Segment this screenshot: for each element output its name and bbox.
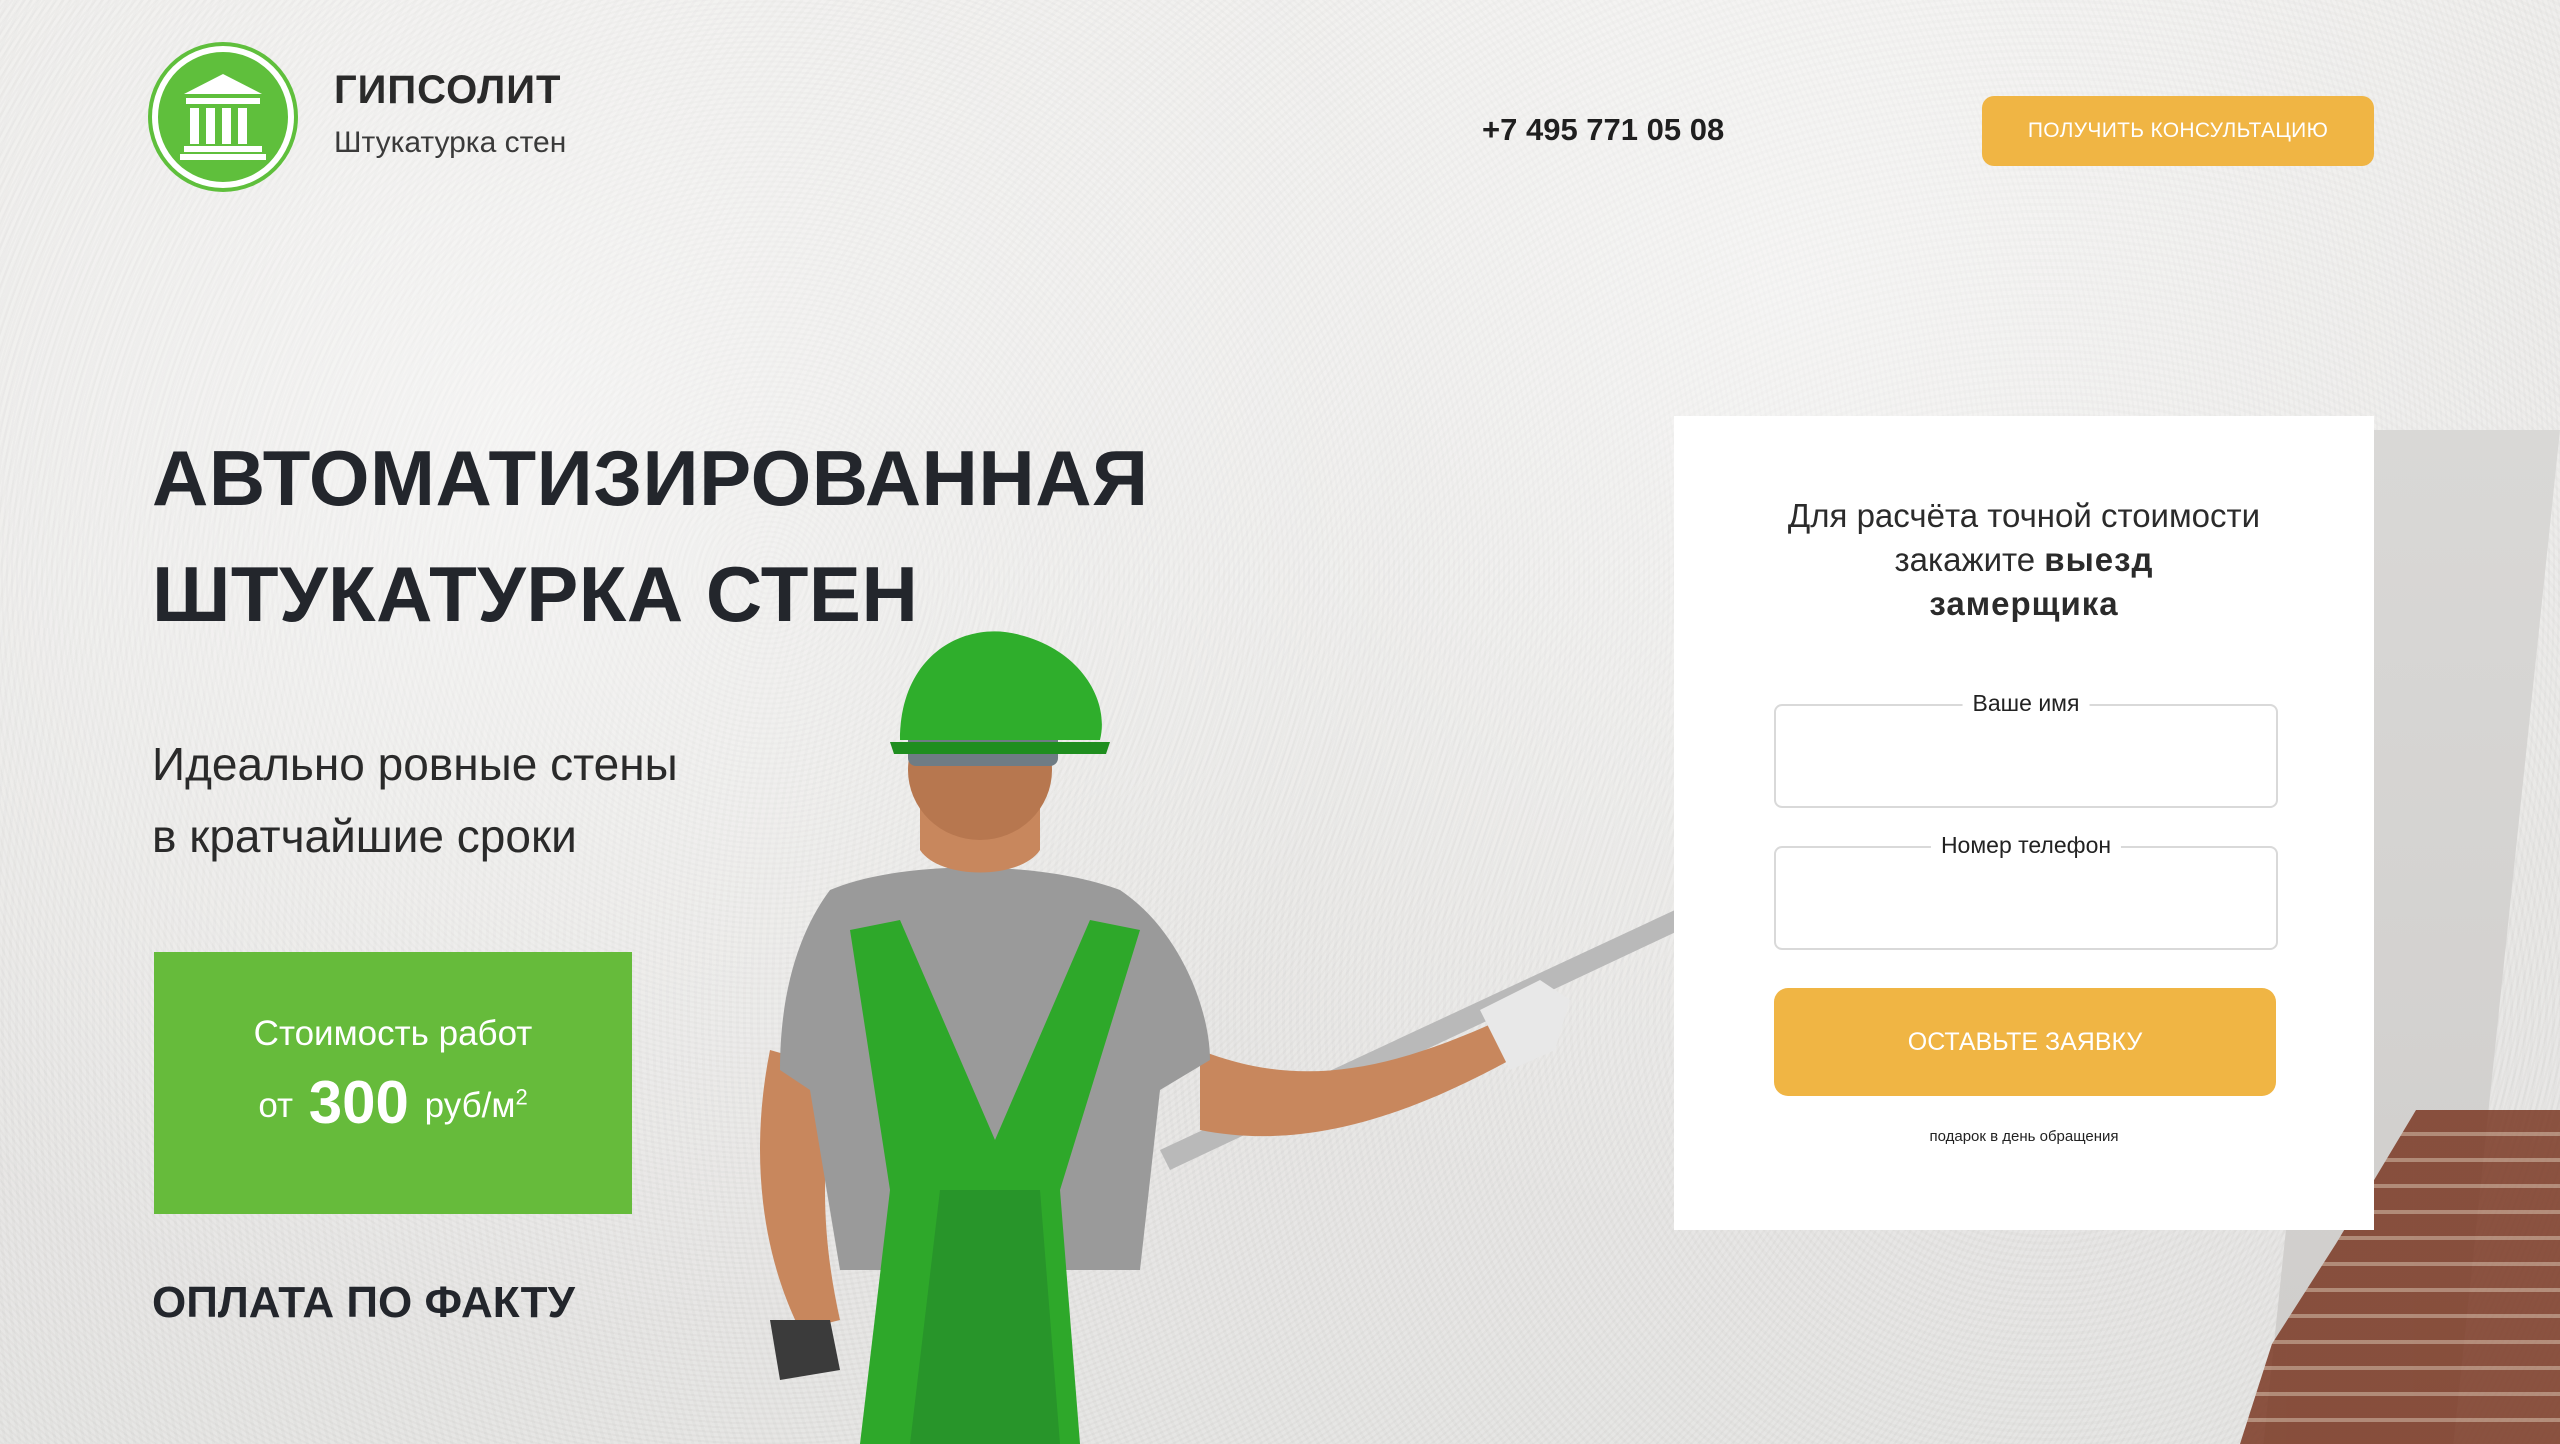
form-title-bold-2: замерщика — [1929, 585, 2119, 622]
hero-title-line-1: АВТОМАТИЗИРОВАННАЯ — [152, 434, 1149, 522]
phone-input[interactable] — [1776, 848, 2276, 948]
price-value: 300 — [308, 1069, 409, 1136]
form-title-plain: закажите — [1894, 541, 2036, 578]
get-consultation-button[interactable]: ПОЛУЧИТЬ КОНСУЛЬТАЦИЮ — [1982, 96, 2374, 166]
hero-subtitle-line-1: Идеально ровные стены — [152, 738, 678, 790]
price-prefix: от — [258, 1086, 294, 1125]
gift-note: подарок в день обращения — [1929, 1128, 2119, 1145]
hero-title: АВТОМАТИЗИРОВАННАЯ ШТУКАТУРКА СТЕН — [152, 420, 1149, 652]
hero-subtitle: Идеально ровные стены в кратчайшие сроки — [152, 728, 678, 872]
brand-name: ГИПСОЛИТ — [334, 68, 562, 112]
price-unit-superscript: 2 — [515, 1084, 528, 1110]
logo-building-icon[interactable] — [152, 46, 294, 188]
price-label: Стоимость работ — [253, 1014, 533, 1053]
form-title-line-3: замерщика — [1674, 582, 2374, 626]
name-field[interactable]: Ваше имя — [1774, 690, 2278, 808]
price-box: Стоимость работ от 300 руб/м2 — [154, 952, 632, 1214]
name-input[interactable] — [1776, 706, 2276, 806]
phone-field-label: Номер телефон — [1930, 832, 2122, 859]
phone-field[interactable]: Номер телефон — [1774, 832, 2278, 950]
hero-subtitle-line-2: в кратчайшие сроки — [152, 810, 577, 862]
form-title-line-1: Для расчёта точной стоимости — [1787, 497, 2261, 534]
payment-note: ОПЛАТА ПО ФАКТУ — [152, 1278, 575, 1327]
price-row: от 300 руб/м2 — [154, 1068, 632, 1137]
submit-request-button[interactable]: ОСТАВЬТЕ ЗАЯВКУ — [1774, 988, 2276, 1096]
measurement-request-form: Для расчёта точной стоимости закажите вы… — [1674, 416, 2374, 1230]
form-title-bold-1: выезд — [2044, 541, 2154, 578]
brand-tagline: Штукатурка стен — [334, 126, 567, 159]
form-title: Для расчёта точной стоимости закажите вы… — [1674, 494, 2374, 626]
worker-plastering-illustration — [760, 631, 1680, 1444]
price-unit: руб/м — [424, 1086, 516, 1125]
name-field-label: Ваше имя — [1962, 690, 2090, 717]
form-title-line-2: закажите выезд — [1674, 538, 2374, 582]
phone-number-link[interactable]: +7 495 771 05 08 — [1482, 112, 1724, 148]
